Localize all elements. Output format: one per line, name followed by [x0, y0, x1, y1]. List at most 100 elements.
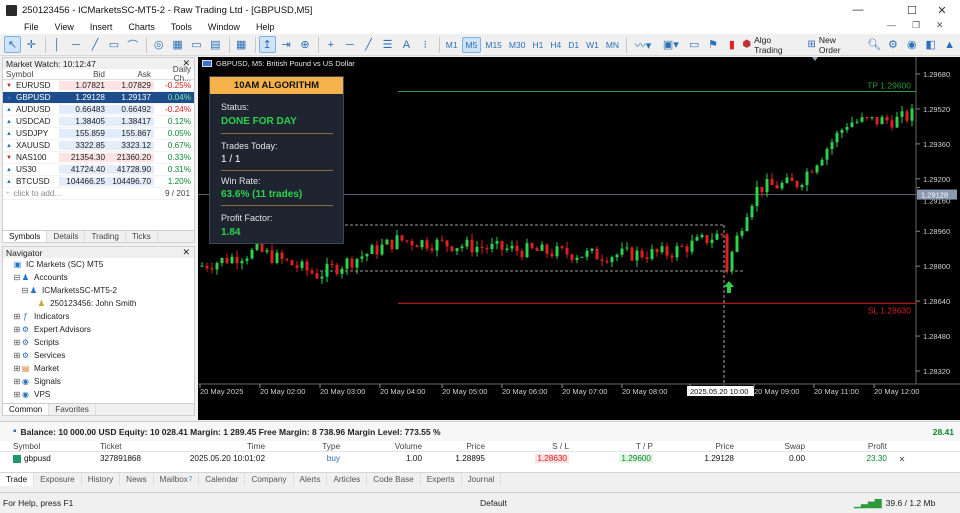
list-item[interactable]: ▼ EURUSD 1.07821 1.07829 -0.25% — [3, 80, 194, 92]
list-item[interactable]: ▲ US30 41724.40 41728.90 0.31% — [3, 164, 194, 176]
tab-trading[interactable]: Trading — [85, 231, 126, 242]
table-row[interactable]: gbpusd 327891868 2025.05.20 10:01:02 buy… — [0, 452, 960, 465]
col-symbol[interactable]: Symbol — [0, 442, 100, 451]
shapes-icon[interactable]: ⌒ — [124, 36, 141, 53]
crosshair2-icon[interactable]: + — [322, 36, 339, 53]
shift-marker-icon[interactable] — [812, 57, 818, 61]
fibo-icon[interactable]: ☰ — [379, 36, 396, 53]
col-current-price[interactable]: Price — [653, 442, 734, 451]
timeframe-m5[interactable]: M5 — [461, 36, 482, 53]
tab-articles[interactable]: Articles — [327, 473, 368, 486]
col-ticket[interactable]: Ticket — [100, 442, 164, 451]
tab-experts[interactable]: Experts — [421, 473, 462, 486]
navigator-item[interactable]: ⊟ ♟ Accounts — [3, 271, 194, 284]
close-button[interactable]: ✕ — [927, 0, 957, 20]
trade-tp[interactable]: 1.29600 — [619, 454, 653, 463]
indicators-icon[interactable]: ◎ — [150, 36, 167, 53]
tab-favorites[interactable]: Favorites — [49, 404, 96, 415]
expand-icon[interactable]: ⊞ — [13, 377, 21, 386]
tab-ticks[interactable]: Ticks — [126, 231, 158, 242]
expand-icon[interactable]: ⊞ — [13, 338, 21, 347]
menu-help[interactable]: Help — [248, 22, 283, 32]
algo-trading-button[interactable]: ⬢ Algo Trading — [742, 35, 801, 55]
tab-common[interactable]: Common — [3, 404, 50, 415]
collapse-icon[interactable]: ⊟ — [13, 273, 21, 282]
list-item[interactable]: ▲ BTCUSD 104466.25 104496.70 1.20% — [3, 176, 194, 188]
menu-window[interactable]: Window — [200, 22, 248, 32]
add-symbol-row[interactable]: + click to add... 9 / 201 — [3, 188, 194, 200]
expand-icon[interactable]: ⊞ — [13, 312, 21, 321]
cursor-icon[interactable]: ↖ — [4, 36, 21, 53]
timeframe-mn[interactable]: MN — [603, 37, 622, 53]
tab-journal[interactable]: Journal — [462, 473, 502, 486]
tab-mailbox[interactable]: Mailbox 7 — [154, 473, 200, 486]
folder-icon[interactable]: ▭ — [188, 36, 205, 53]
trade-sl[interactable]: 1.28630 — [535, 454, 569, 463]
col-volume[interactable]: Volume — [340, 442, 422, 451]
new-order-button[interactable]: ⊞ New Order — [807, 35, 859, 55]
profile-name[interactable]: Default — [480, 498, 854, 508]
col-ask[interactable]: Ask — [108, 70, 154, 79]
red-bar-icon[interactable]: ▮ — [724, 36, 741, 53]
timeframe-d1[interactable]: D1 — [565, 37, 582, 53]
trendline-icon[interactable]: ╱ — [87, 36, 104, 53]
indicator-list-icon[interactable]: 〰▾ — [630, 36, 656, 53]
timeframe-m1[interactable]: M1 — [443, 37, 461, 53]
tab-history[interactable]: History — [82, 473, 121, 486]
col-profit[interactable]: Profit — [805, 442, 887, 451]
horizontal-line-icon[interactable]: ─ — [68, 36, 85, 53]
settings-icon[interactable]: ⚙ — [885, 36, 902, 53]
col-swap[interactable]: Swap — [734, 442, 805, 451]
navigator-item[interactable]: ⊞ ⚙ Services — [3, 349, 194, 362]
zoom-in-icon[interactable]: ⊕ — [297, 36, 314, 53]
list-item[interactable]: ▼ NAS100 21354.30 21360.20 0.33% — [3, 152, 194, 164]
menu-tools[interactable]: Tools — [163, 22, 200, 32]
col-price[interactable]: Price — [422, 442, 485, 451]
channel-icon[interactable]: ▭ — [105, 36, 122, 53]
mdi-close-icon[interactable]: ✕ — [936, 20, 944, 31]
close-position-icon[interactable]: ✕ — [887, 454, 917, 464]
expand-icon[interactable]: ⊞ — [13, 364, 21, 373]
menu-insert[interactable]: Insert — [82, 22, 121, 32]
autoscroll-icon[interactable]: ↥ — [258, 36, 276, 53]
col-symbol[interactable]: Symbol — [3, 70, 59, 79]
text-icon[interactable]: A — [398, 36, 415, 53]
minimize-button[interactable]: — — [843, 0, 873, 20]
navigator-item[interactable]: ⊞ ◉ VPS — [3, 388, 194, 401]
strategy-tester-icon[interactable]: ▭ — [686, 36, 703, 53]
tab-news[interactable]: News — [120, 473, 154, 486]
tab-calendar[interactable]: Calendar — [199, 473, 246, 486]
list-item[interactable]: ▲ GBPUSD 1.29128 1.29137 0.04% — [3, 92, 194, 104]
tab-symbols[interactable]: Symbols — [3, 231, 48, 242]
arrows-icon[interactable]: ⁝ — [417, 36, 434, 53]
search-icon[interactable]: 🔍︎ — [866, 36, 883, 53]
signals-icon[interactable]: ▲ — [941, 36, 958, 53]
chart-type-icon[interactable]: ▦ — [233, 36, 250, 53]
expand-icon[interactable]: ⊞ — [13, 390, 21, 399]
templates-icon[interactable]: ▤ — [207, 36, 224, 53]
chart-window[interactable]: TP 1.29600 SL 1.28630 1.29680 1.29520 1.2936… — [198, 57, 960, 420]
menu-file[interactable]: File — [16, 22, 47, 32]
timeframe-m30[interactable]: M30 — [506, 37, 529, 53]
list-item[interactable]: ▲ XAUUSD 3322.85 3323.12 0.67% — [3, 140, 194, 152]
navigator-item[interactable]: ⊟ ♟ ICMarketsSC-MT5-2 — [3, 284, 194, 297]
shift-icon[interactable]: ⇥ — [278, 36, 295, 53]
navigator-item[interactable]: ⊞ ⚙ Expert Advisors — [3, 323, 194, 336]
crosshair-icon[interactable]: ✛ — [23, 36, 40, 53]
tab-exposure[interactable]: Exposure — [34, 473, 82, 486]
expand-icon[interactable]: ⊞ — [13, 325, 21, 334]
profile-icon[interactable]: ◉ — [903, 36, 920, 53]
tab-code-base[interactable]: Code Base — [367, 473, 421, 486]
account-icon[interactable]: ⚑ — [705, 36, 722, 53]
maximize-button[interactable]: ☐ — [897, 0, 927, 20]
history-icon[interactable]: ◧ — [922, 36, 939, 53]
vertical-line-icon[interactable]: │ — [49, 36, 66, 53]
close-icon[interactable]: ✕ — [182, 58, 190, 69]
navigator-item[interactable]: ♟ 250123456: John Smith — [3, 297, 194, 310]
hline2-icon[interactable]: ─ — [341, 36, 358, 53]
chart-window-icon[interactable]: ▣▾ — [658, 36, 684, 53]
col-tp[interactable]: T / P — [569, 442, 653, 451]
tab-alerts[interactable]: Alerts — [294, 473, 328, 486]
col-sl[interactable]: S / L — [485, 442, 569, 451]
network-status[interactable]: ▁▃▅▇ 39.6 / 1.2 Mb — [854, 498, 935, 509]
